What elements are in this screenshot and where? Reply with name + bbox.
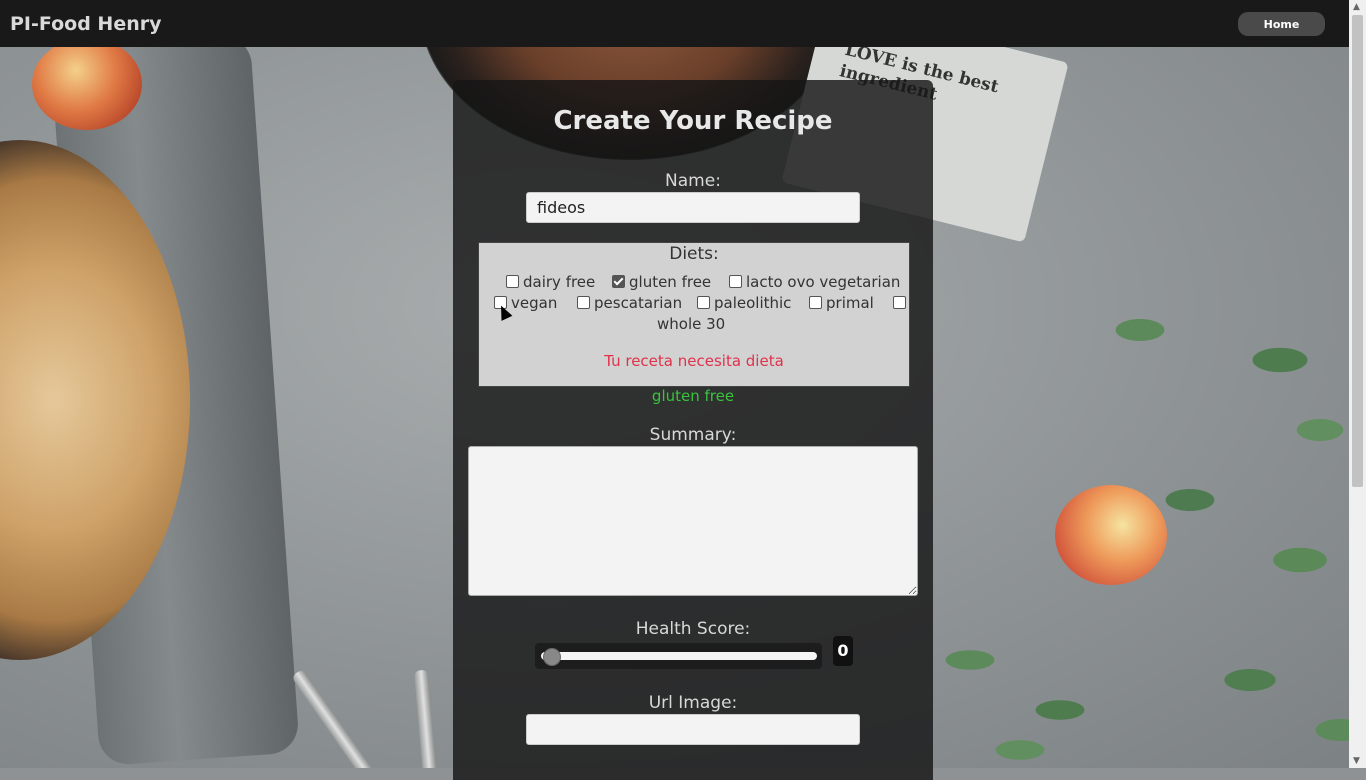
diet-label: vegan [511,294,558,312]
diet-label: primal [826,294,874,312]
diets-error-message: Tu receta necesita dieta [604,352,784,370]
diet-label: pescatarian [594,294,683,312]
health-score-label: Health Score: [635,619,751,639]
fork-image [291,668,383,768]
diet-option-dairy-free[interactable]: dairy free [506,273,595,291]
diet-option-gluten-free[interactable]: gluten free [612,273,711,291]
navbar: PI-Food Henry Home [0,0,1349,47]
name-label: Name: [665,171,721,191]
scroll-down-arrow-icon[interactable]: ▼ [1353,756,1360,766]
home-button[interactable]: Home [1238,12,1325,36]
diet-label: dairy free [523,273,596,291]
apple-image-right [1055,485,1167,585]
checkbox[interactable] [893,296,906,309]
diet-option-paleolithic[interactable]: paleolithic [697,294,791,312]
selected-diets-text: gluten free [651,387,735,405]
diets-box: Diets: dairy free gluten free lacto ovo … [478,242,910,387]
checkbox[interactable] [577,296,590,309]
diet-label: gluten free [629,273,712,291]
name-input[interactable] [526,192,860,223]
diet-label: paleolithic [714,294,792,312]
scroll-up-arrow-icon[interactable]: ▲ [1353,2,1360,12]
apple-image [32,38,142,130]
summary-label: Summary: [649,425,737,445]
slider-track[interactable] [541,652,817,660]
checkbox[interactable] [697,296,710,309]
health-score-slider[interactable] [535,643,822,669]
checkbox[interactable] [809,296,822,309]
checkbox-checked[interactable] [612,275,625,288]
health-score-value: 0 [833,636,853,666]
diet-label: lacto ovo vegetarian [746,273,901,291]
brand-title[interactable]: PI-Food Henry [10,13,161,35]
leaves-image-bottom [930,600,1130,768]
scroll-thumb[interactable] [1352,15,1363,487]
diets-label: Diets: [669,244,719,264]
fork-image [413,669,441,768]
diet-option-whole-30-label: whole 30 [657,315,726,333]
checkbox[interactable] [506,275,519,288]
scrollbar[interactable]: ▲ ▼ [1349,0,1366,768]
slider-thumb[interactable] [543,648,561,666]
create-recipe-form: Create Your Recipe Name: Diets: dairy fr… [453,80,933,780]
url-image-label: Url Image: [648,693,738,713]
diet-option-lacto-ovo-vegetarian[interactable]: lacto ovo vegetarian [729,273,900,291]
summary-textarea[interactable] [468,446,918,596]
form-title: Create Your Recipe [553,106,833,136]
diet-option-pescatarian[interactable]: pescatarian [577,294,682,312]
url-image-input[interactable] [526,714,860,745]
checkbox[interactable] [729,275,742,288]
diet-option-primal[interactable]: primal [809,294,874,312]
diet-option-whole-30-checkbox[interactable] [893,294,910,312]
